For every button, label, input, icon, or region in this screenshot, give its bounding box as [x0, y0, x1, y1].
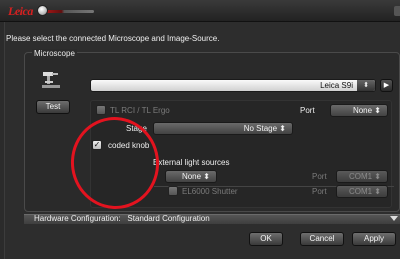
window-edge-tab — [394, 6, 400, 16]
hardware-config-value: Standard Configuration — [127, 214, 210, 223]
leica-logo: Leica — [8, 4, 33, 18]
play-icon[interactable]: ▶ — [380, 79, 393, 92]
apply-button[interactable]: Apply — [352, 232, 396, 246]
test-button[interactable]: Test — [36, 100, 70, 114]
stage-value: No Stage — [243, 124, 278, 133]
el6000-checkbox[interactable] — [168, 186, 178, 196]
ext-port-select[interactable]: COM1 ⬍ — [336, 170, 388, 183]
tl-port-value: None — [352, 106, 373, 115]
tl-port-select[interactable]: None ⬍ — [330, 104, 388, 117]
external-light-select[interactable]: None ⬍ — [165, 170, 217, 183]
microscope-select[interactable]: Leica S9i ⬍ — [90, 79, 376, 92]
el6000-label: EL6000 Shutter — [182, 187, 238, 196]
ok-button[interactable]: OK — [249, 232, 283, 246]
instruction-text: Please select the connected Microscope a… — [6, 34, 220, 43]
caret-down-icon[interactable] — [390, 216, 398, 221]
hardware-config-label: Hardware Configuration: — [34, 214, 121, 223]
title-bar: Leica — [0, 0, 400, 22]
cancel-button[interactable]: Cancel — [300, 232, 344, 246]
el6000-port-label: Port — [312, 187, 327, 196]
tl-rci-checkbox[interactable] — [96, 105, 106, 115]
tl-rci-label: TL RCI / TL Ergo — [110, 106, 170, 115]
ext-port-label: Port — [312, 172, 327, 181]
hardware-config-text: Hardware Configuration: Standard Configu… — [34, 214, 210, 224]
brightness-slider-knob[interactable] — [37, 5, 48, 16]
el6000-port-select[interactable]: COM1 ⬍ — [336, 185, 388, 198]
external-light-label: External light sources — [153, 158, 230, 167]
stage-select[interactable]: No Stage ⬍ — [153, 122, 293, 135]
brightness-slider-track[interactable] — [40, 10, 94, 13]
external-light-value: None — [181, 172, 202, 181]
microscope-icon — [42, 72, 60, 88]
ext-port-value: COM1 — [348, 172, 373, 181]
microscope-select-value: Leica S9i — [320, 81, 353, 90]
el6000-port-value: COM1 — [348, 187, 373, 196]
microscope-group-label: Microscope — [32, 49, 77, 58]
tl-port-label: Port — [300, 106, 315, 115]
chevron-updown-icon: ⬍ — [357, 80, 375, 91]
